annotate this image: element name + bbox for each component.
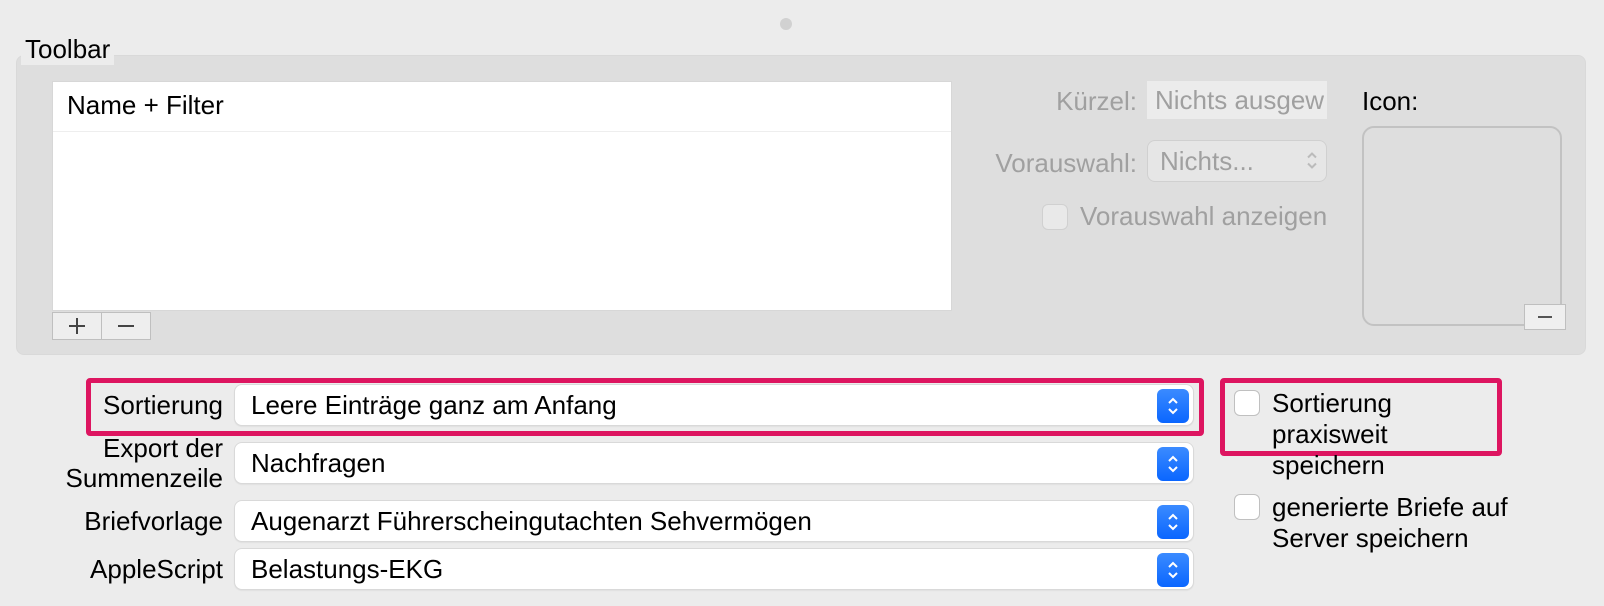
remove-filter-button[interactable] (101, 312, 151, 340)
toolbar-legend: Toolbar (21, 34, 114, 65)
chevron-updown-icon (1157, 389, 1189, 423)
minus-icon (117, 317, 135, 335)
toolbar-group: Toolbar Name + Filter Kürzel: Nichts aus… (16, 55, 1586, 355)
minus-icon (1537, 309, 1553, 325)
filter-list-header[interactable]: Name + Filter (53, 82, 951, 132)
sort-praxis-l1: Sortierung praxisweit (1272, 388, 1392, 449)
vorauswahl-anzeigen-row: Vorauswahl anzeigen (1042, 201, 1327, 232)
vorauswahl-anzeigen-checkbox[interactable] (1042, 204, 1068, 230)
add-filter-button[interactable] (52, 312, 102, 340)
window-drag-handle (780, 18, 792, 30)
icon-remove-button[interactable] (1524, 304, 1566, 330)
plus-icon (68, 317, 86, 335)
export-label: Export der Summenzeile (0, 434, 223, 494)
briefvorlage-value: Augenarzt Führerscheingutachten Sehvermö… (251, 506, 812, 537)
kurzel-label: Kürzel: (977, 86, 1137, 117)
vorauswahl-value: Nichts... (1160, 146, 1254, 177)
export-label-l2: Summenzeile (65, 463, 223, 493)
filter-list[interactable]: Name + Filter (52, 81, 952, 311)
generierte-briefe-row: generierte Briefe auf Server speichern (1234, 492, 1514, 554)
vorauswahl-select[interactable]: Nichts... (1147, 140, 1327, 182)
sort-praxis-l2: speichern (1272, 450, 1385, 480)
sortierung-label: Sortierung (0, 390, 223, 421)
generierte-briefe-checkbox[interactable] (1234, 494, 1260, 520)
vorauswahl-anzeigen-label: Vorauswahl anzeigen (1080, 201, 1327, 232)
gen-briefe-l2: Server speichern (1272, 523, 1469, 553)
sortierung-select[interactable]: Leere Einträge ganz am Anfang (234, 384, 1194, 426)
briefvorlage-select[interactable]: Augenarzt Führerscheingutachten Sehvermö… (234, 500, 1194, 542)
icon-well[interactable] (1362, 126, 1562, 326)
sortierung-value: Leere Einträge ganz am Anfang (251, 390, 617, 421)
export-label-l1: Export der (103, 433, 223, 463)
icon-label: Icon: (1362, 86, 1418, 117)
export-value: Nachfragen (251, 448, 385, 479)
generierte-briefe-label: generierte Briefe auf Server speichern (1272, 492, 1508, 554)
export-select[interactable]: Nachfragen (234, 442, 1194, 484)
sortierung-praxisweit-label: Sortierung praxisweit speichern (1272, 388, 1494, 482)
applescript-label: AppleScript (0, 554, 223, 585)
briefvorlage-label: Briefvorlage (0, 506, 223, 537)
vorauswahl-label: Vorauswahl: (977, 148, 1137, 179)
chevron-updown-icon (1157, 505, 1189, 539)
chevron-updown-icon (1306, 146, 1318, 177)
gen-briefe-l1: generierte Briefe auf (1272, 492, 1508, 522)
chevron-updown-icon (1157, 553, 1189, 587)
sortierung-praxisweit-row: Sortierung praxisweit speichern (1234, 388, 1494, 482)
kurzel-input[interactable]: Nichts ausgew (1147, 81, 1327, 119)
applescript-value: Belastungs-EKG (251, 554, 443, 585)
sortierung-praxisweit-checkbox[interactable] (1234, 390, 1260, 416)
applescript-select[interactable]: Belastungs-EKG (234, 548, 1194, 590)
chevron-updown-icon (1157, 447, 1189, 481)
